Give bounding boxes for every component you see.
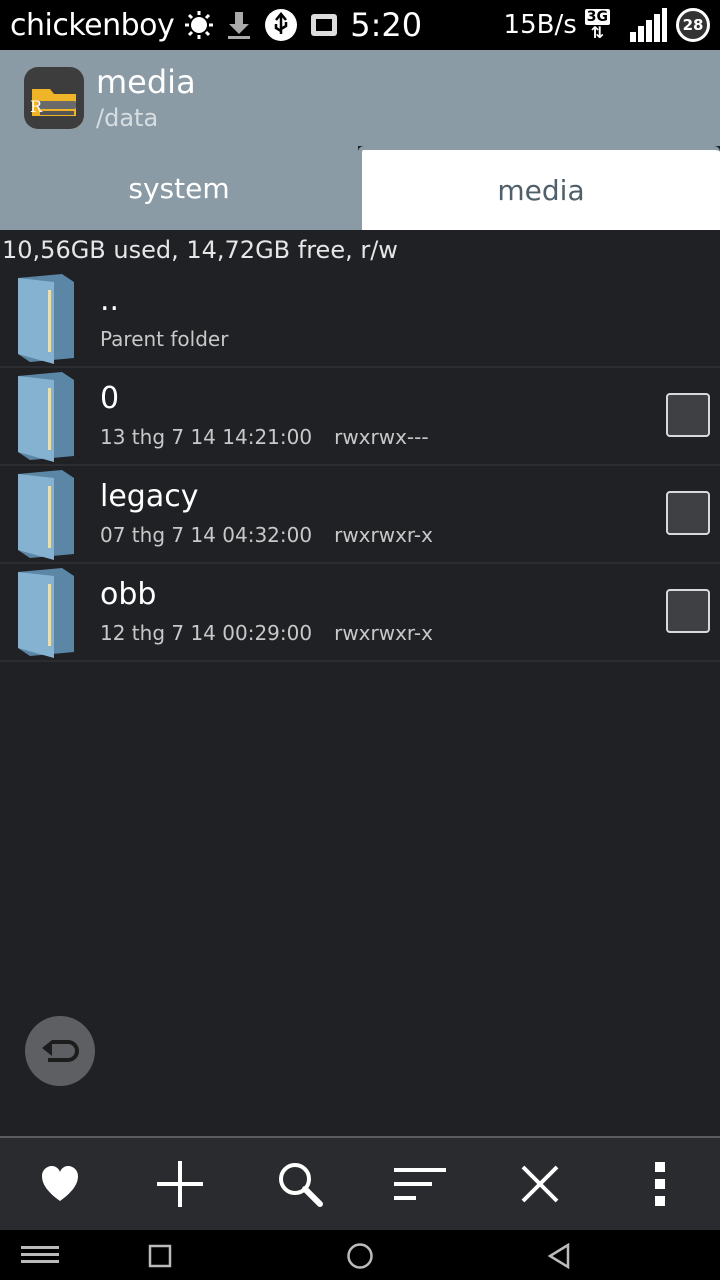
app-header: R media /data — [0, 50, 720, 146]
tab-bar: system media — [0, 146, 720, 230]
favorites-button[interactable] — [30, 1154, 90, 1214]
battery-icon: 28 — [676, 8, 710, 42]
close-icon — [521, 1165, 559, 1203]
file-permissions: rwxrwxr-x — [334, 523, 433, 547]
square-icon — [148, 1244, 172, 1268]
system-nav-bar — [0, 1230, 720, 1280]
plus-icon — [157, 1161, 203, 1207]
sort-icon — [394, 1168, 446, 1200]
sort-button[interactable] — [390, 1154, 450, 1214]
signal-icon — [628, 6, 668, 44]
svg-text:R: R — [30, 97, 43, 116]
list-item[interactable]: obb 12 thg 7 14 00:29:00 rwxrwxr-x — [0, 564, 720, 662]
download-icon — [224, 10, 254, 40]
close-button[interactable] — [510, 1154, 570, 1214]
search-icon — [279, 1163, 323, 1207]
page-title: media — [96, 63, 196, 101]
file-permissions: rwxrwx--- — [334, 425, 429, 449]
parent-folder-row[interactable]: .. Parent folder — [0, 270, 720, 368]
file-permissions: rwxrwxr-x — [334, 621, 433, 645]
folder-icon — [18, 470, 74, 560]
status-clock: 5:20 — [350, 6, 423, 44]
status-bar: chickenboy 5:20 15B/s 3G ⇅ 28 — [0, 0, 720, 50]
file-list: .. Parent folder 0 13 thg 7 14 14:21:00 r… — [0, 270, 720, 662]
file-name: .. — [100, 283, 120, 318]
brightness-icon — [184, 10, 214, 40]
sim-icon — [308, 10, 342, 40]
recents-nav-button[interactable] — [147, 1243, 173, 1269]
back-arrow-icon — [42, 1040, 79, 1062]
carrier-name: chickenboy — [10, 7, 175, 43]
network-speed: 15B/s — [503, 10, 577, 40]
heart-icon — [42, 1166, 78, 1201]
more-vert-icon — [655, 1162, 665, 1206]
tab-media[interactable]: media — [358, 146, 720, 230]
select-checkbox[interactable] — [666, 393, 710, 437]
back-nav-button[interactable] — [546, 1242, 572, 1270]
menu-nav-button[interactable] — [20, 1243, 60, 1267]
list-item[interactable]: legacy 07 thg 7 14 04:32:00 rwxrwxr-x — [0, 466, 720, 564]
select-checkbox[interactable] — [666, 491, 710, 535]
usb-icon — [264, 8, 298, 42]
list-item[interactable]: 0 13 thg 7 14 14:21:00 rwxrwx--- — [0, 368, 720, 466]
triangle-back-icon — [547, 1243, 570, 1269]
file-meta: Parent folder — [100, 327, 229, 351]
tab-system[interactable]: system — [0, 146, 358, 230]
network-type-badge: 3G ⇅ — [584, 9, 610, 42]
file-date: 12 thg 7 14 00:29:00 — [100, 621, 313, 645]
file-name: legacy — [100, 479, 199, 514]
menu-icon — [21, 1246, 59, 1263]
file-date: 07 thg 7 14 04:32:00 — [100, 523, 313, 547]
home-nav-button[interactable] — [345, 1241, 375, 1271]
select-checkbox[interactable] — [666, 589, 710, 633]
app-logo[interactable]: R — [24, 67, 84, 129]
folder-icon — [18, 274, 74, 364]
folder-icon — [18, 568, 74, 658]
more-options-button[interactable] — [630, 1154, 690, 1214]
search-button[interactable] — [270, 1154, 330, 1214]
storage-info: 10,56GB used, 14,72GB free, r/w — [2, 236, 398, 264]
circle-icon — [347, 1243, 373, 1269]
new-item-button[interactable] — [150, 1154, 210, 1214]
file-name: obb — [100, 577, 157, 612]
bottom-toolbar — [0, 1136, 720, 1230]
file-name: 0 — [100, 381, 120, 416]
back-button[interactable] — [25, 1016, 95, 1086]
folder-icon — [18, 372, 74, 462]
file-date: 13 thg 7 14 14:21:00 — [100, 425, 313, 449]
current-path: /data — [96, 104, 159, 132]
